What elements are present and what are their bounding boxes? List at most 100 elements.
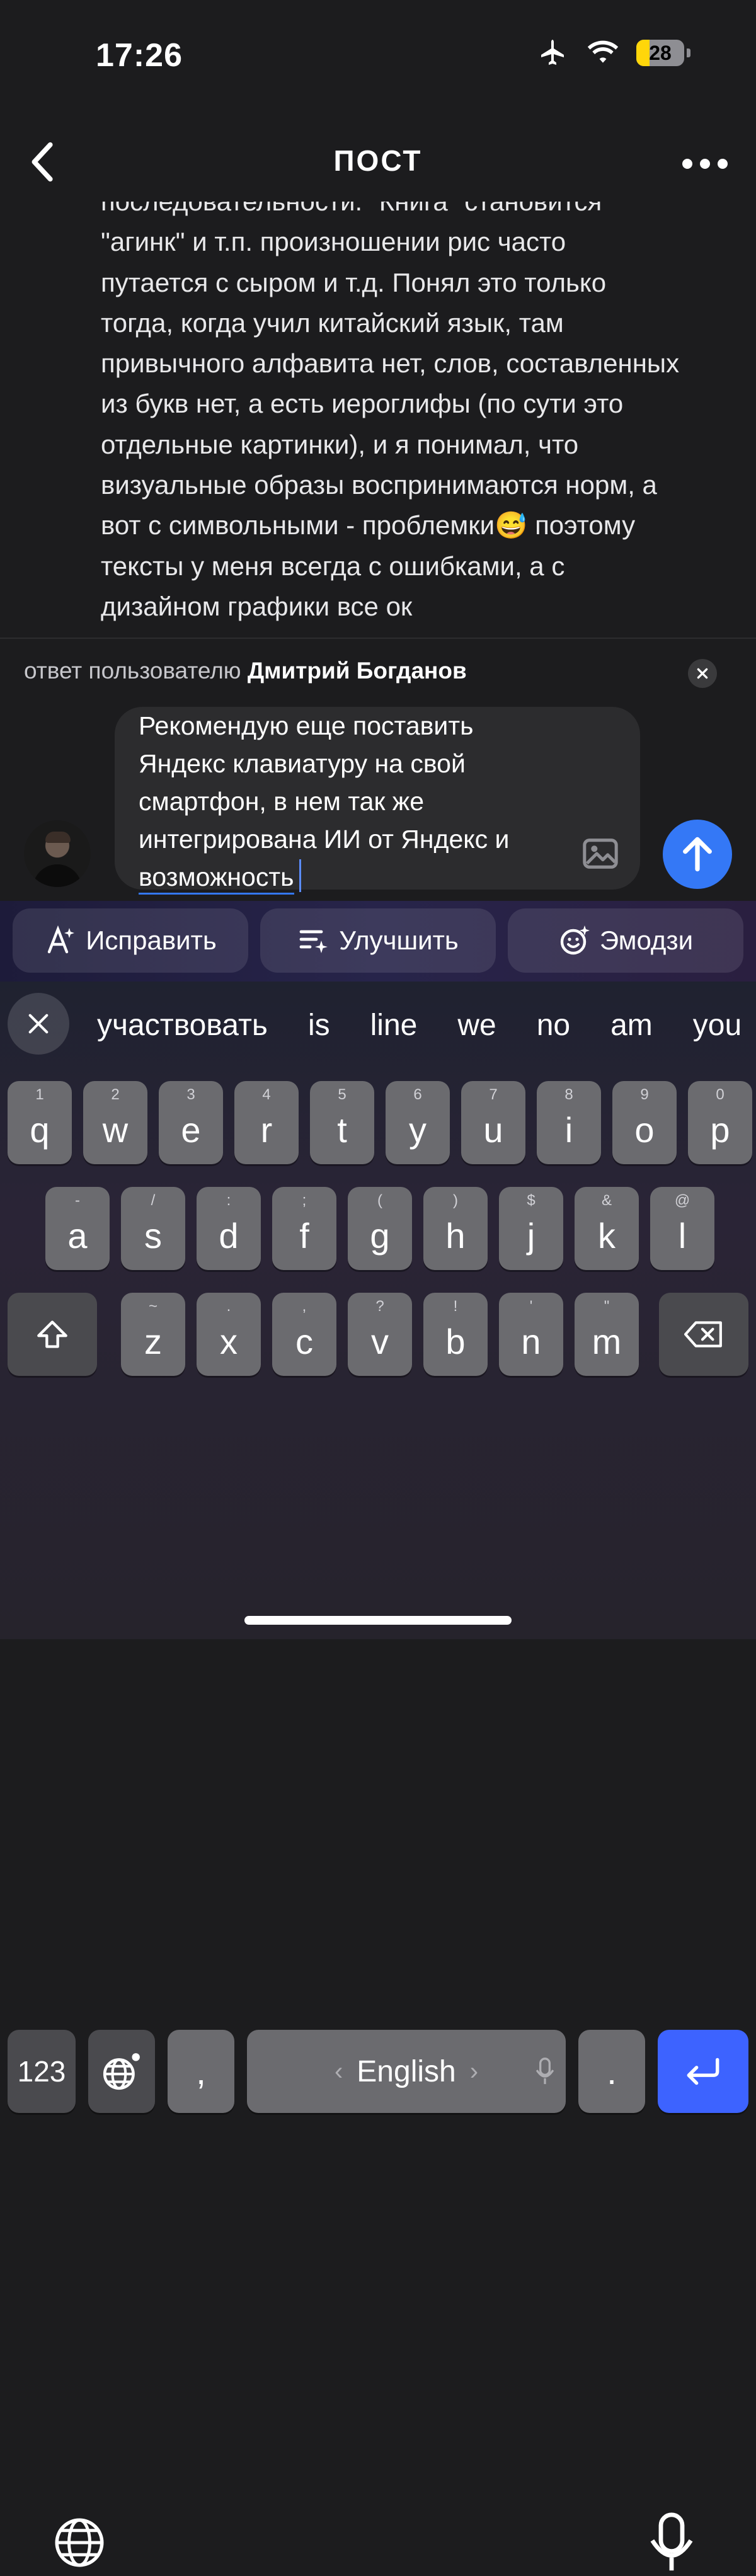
key-y[interactable]: 6y [386,1081,450,1164]
key-label: k [598,1215,616,1256]
return-key[interactable] [658,2030,748,2113]
lines-sparkle-icon [299,930,328,953]
key-s[interactable]: / s [121,1187,185,1270]
key-w[interactable]: 2w [83,1081,147,1164]
period-key[interactable]: . [578,2030,645,2113]
key-hint: $ [527,1192,536,1209]
dismiss-suggestions-button[interactable] [8,993,69,1055]
key-label: b [445,1321,466,1361]
key-label: w [102,1109,129,1150]
key-hint: @ [674,1192,690,1209]
attach-image-button[interactable] [581,834,620,873]
shift-icon [37,1320,67,1348]
key-label: c [295,1321,313,1361]
suggestion-item[interactable]: line [370,1009,418,1042]
key-label: l [678,1215,687,1256]
fix-button[interactable]: Исправить [13,908,248,973]
key-d[interactable]: :d [197,1187,261,1270]
key-n[interactable]: ' n [499,1293,563,1376]
key-label: f [299,1215,309,1256]
reply-prefix: ответ пользователю [24,658,241,684]
battery-indicator: 28 [636,40,684,66]
key-label: o [634,1109,655,1150]
suggestion-item[interactable]: you [693,1009,742,1042]
key-h[interactable]: ) h [423,1187,488,1270]
key-u[interactable]: 7u [461,1081,525,1164]
key-hint: ( [377,1192,382,1209]
backspace-key[interactable] [659,1293,748,1376]
suggestion-words: участвовать is line we no am you [97,1008,756,1043]
key-label: m [592,1321,622,1361]
key-label: z [144,1321,162,1361]
suggestion-bar: участвовать is line we no am you [0,982,756,1068]
key-hint: 0 [716,1086,724,1103]
suggestion-item[interactable]: we [457,1009,496,1042]
key-c[interactable]: ,c [272,1293,336,1376]
improve-label: Улучшить [339,925,459,955]
post-content: последовательности. "Книга" становится "… [0,202,756,636]
language-switch-button[interactable] [52,2515,107,2573]
avatar [24,820,91,887]
page-title: пост [333,144,423,177]
emoji-button[interactable]: Эмодзи [508,908,743,973]
key-label: g [370,1215,390,1256]
key-r[interactable]: 4r [234,1081,299,1164]
key-b[interactable]: ! b [423,1293,488,1376]
mic-icon [536,2058,554,2085]
key-k[interactable]: & k [575,1187,639,1270]
globe-settings-icon [103,2053,140,2090]
key-hint: 5 [338,1086,346,1103]
suggestion-item[interactable]: is [308,1009,330,1042]
key-j[interactable]: $ j [499,1187,563,1270]
key-o[interactable]: 9o [612,1081,677,1164]
dictation-button[interactable] [650,2512,693,2576]
key-label: u [483,1109,503,1150]
key-p[interactable]: 0p [688,1081,752,1164]
key-v[interactable]: ? v [348,1293,412,1376]
key-z[interactable]: ~ z [121,1293,185,1376]
send-button[interactable] [663,820,732,889]
comma-key[interactable]: , [168,2030,234,2113]
key-f[interactable]: ; f [272,1187,336,1270]
key-l[interactable]: @ l [650,1187,714,1270]
image-icon [583,839,618,869]
numbers-key[interactable]: 123 [8,2030,76,2113]
key-hint: 4 [262,1086,271,1103]
comment-input[interactable]: Рекомендую еще поставить Яндекс клавиату… [115,707,640,895]
keyboard: участвовать is line we no am you 1q2w3e4r5t6y7… [0,982,756,2571]
return-icon [687,2058,719,2085]
key-i[interactable]: 8i [537,1081,601,1164]
globe-key[interactable] [88,2030,155,2113]
status-time: 17:26 [96,37,183,74]
cancel-reply-button[interactable] [688,659,717,688]
key-label: s [144,1215,162,1256]
suggestion-item[interactable]: участвовать [97,1009,268,1042]
post-text: последовательности. "Книга" становится "… [101,202,680,621]
key-label: i [564,1109,573,1150]
space-key[interactable]: ‹ English › [247,2030,566,2113]
suggestion-item[interactable]: am [610,1009,653,1042]
comment-input-text[interactable]: Рекомендую еще поставить Яндекс клавиату… [139,707,554,896]
key-hint: - [75,1192,80,1209]
suggestion-item[interactable]: no [537,1009,570,1042]
more-options-button[interactable] [677,151,733,176]
key-t[interactable]: 5t [310,1081,374,1164]
key-q[interactable]: 1q [8,1081,72,1164]
improve-button[interactable]: Улучшить [260,908,496,973]
key-g[interactable]: (g [348,1187,412,1270]
key-label: h [445,1215,466,1256]
reply-user: Дмитрий Богданов [247,658,467,684]
ai-actions-bar: Исправить Улучшить Эмодзи [0,901,756,982]
key-e[interactable]: 3e [159,1081,223,1164]
close-icon [697,668,708,679]
key-hint: 7 [489,1086,498,1103]
key-label: x [220,1321,238,1361]
key-label: n [521,1321,541,1361]
key-hint: ) [453,1192,458,1209]
key-label: y [409,1109,427,1150]
key-hint: ~ [148,1298,158,1315]
key-x[interactable]: .x [197,1293,261,1376]
key-m[interactable]: " m [575,1293,639,1376]
key-a[interactable]: -a [45,1187,110,1270]
shift-key[interactable] [8,1293,97,1376]
